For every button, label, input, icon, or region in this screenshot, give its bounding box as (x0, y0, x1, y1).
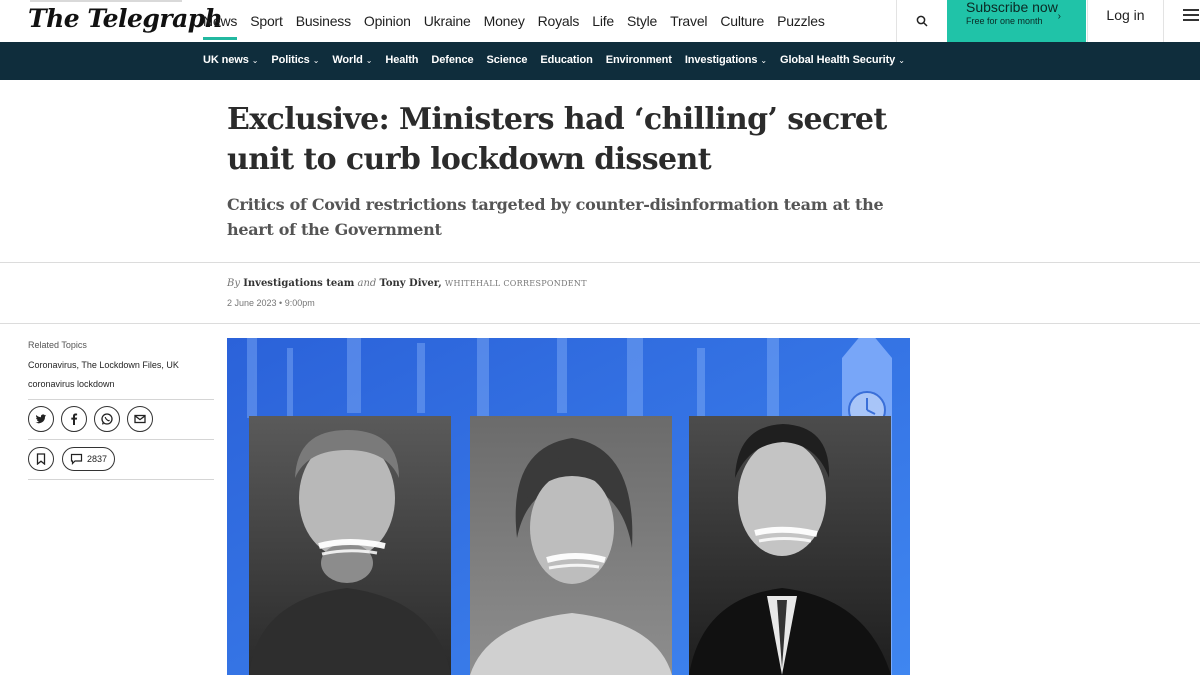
author-link[interactable]: Investigations team (243, 278, 354, 289)
comments-button[interactable]: 2837 (62, 447, 116, 471)
search-button[interactable] (896, 0, 946, 42)
chevron-down-icon: ⌄ (312, 56, 320, 65)
login-button[interactable]: Log in (1087, 0, 1163, 42)
article-headline: Exclusive: Ministers had ‘chilling’ secr… (227, 102, 887, 177)
subnav-item-science[interactable]: Science (487, 54, 528, 66)
email-icon (134, 414, 146, 424)
subscribe-button[interactable]: Subscribe now Free for one month › (947, 0, 1086, 42)
divider (28, 479, 214, 480)
hamburger-menu-icon[interactable] (1163, 0, 1200, 42)
author-link[interactable]: Tony Diver, (380, 278, 442, 289)
topic-links[interactable]: Coronavirus, The Lockdown Files, UK (28, 356, 214, 375)
bookmark-icon (36, 453, 46, 465)
hero-image[interactable] (227, 338, 910, 675)
main-nav: News Sport Business Opinion Ukraine Mone… (203, 13, 838, 40)
nav-item-style[interactable]: Style (627, 13, 657, 38)
author-role: WHITEHALL CORRESPONDENT (444, 279, 587, 288)
bookmark-button[interactable] (28, 447, 54, 471)
site-logo[interactable]: The Telegraph (28, 4, 223, 33)
facebook-icon (71, 413, 78, 425)
subnav-item-environment[interactable]: Environment (606, 54, 672, 66)
comment-icon (70, 453, 83, 465)
facebook-share-button[interactable] (61, 406, 87, 432)
nav-item-money[interactable]: Money (484, 13, 525, 38)
subscribe-title: Subscribe now (966, 0, 1058, 15)
article-sidebar: Related Topics Coronavirus, The Lockdown… (28, 340, 214, 480)
subnav-item-investigations[interactable]: Investigations ⌄ (685, 54, 767, 66)
subnav-item-politics[interactable]: Politics ⌄ (271, 54, 319, 66)
topic-link[interactable]: coronavirus lockdown (28, 375, 214, 394)
related-topics: Coronavirus, The Lockdown Files, UK coro… (28, 356, 214, 394)
email-share-button[interactable] (127, 406, 153, 432)
subnav-item-world[interactable]: World ⌄ (332, 54, 372, 66)
subnav-item-education[interactable]: Education (540, 54, 592, 66)
chevron-down-icon: ⌄ (760, 56, 768, 65)
nav-item-royals[interactable]: Royals (538, 13, 580, 38)
subscribe-subtitle: Free for one month (966, 16, 1043, 26)
share-buttons (28, 406, 153, 432)
related-topics-title: Related Topics (28, 340, 87, 350)
subnav-item-health[interactable]: Health (385, 54, 418, 66)
top-divider (30, 0, 182, 2)
top-bar: The Telegraph News Sport Business Opinio… (0, 0, 1200, 42)
nav-item-culture[interactable]: Culture (720, 13, 764, 38)
hero-illustration (227, 338, 910, 675)
nav-item-sport[interactable]: Sport (250, 13, 283, 38)
divider (0, 323, 1200, 324)
whatsapp-share-button[interactable] (94, 406, 120, 432)
nav-item-travel[interactable]: Travel (670, 13, 707, 38)
twitter-share-button[interactable] (28, 406, 54, 432)
whatsapp-icon (101, 413, 113, 425)
chevron-right-icon: › (1057, 11, 1061, 22)
article-actions: 2837 (28, 447, 116, 471)
search-icon (916, 15, 928, 27)
subnav-item-global-health-security[interactable]: Global Health Security ⌄ (780, 54, 905, 66)
nav-item-news[interactable]: News (203, 13, 238, 40)
byline: By Investigations team and Tony Diver, W… (227, 278, 587, 289)
nav-item-life[interactable]: Life (592, 13, 614, 38)
nav-item-puzzles[interactable]: Puzzles (777, 13, 825, 38)
chevron-down-icon: ⌄ (365, 56, 373, 65)
publish-date: 2 June 2023 • 9:00pm (227, 298, 315, 308)
byline-and: and (357, 278, 377, 289)
section-nav: UK news ⌄ Politics ⌄ World ⌄ Health Defence… (0, 42, 1200, 80)
nav-item-business[interactable]: Business (296, 13, 351, 38)
article-standfirst: Critics of Covid restrictions targeted b… (227, 195, 884, 239)
subnav-item-uk-news[interactable]: UK news ⌄ (203, 54, 258, 66)
twitter-icon (35, 414, 47, 424)
chevron-down-icon: ⌄ (251, 56, 259, 65)
subnav-item-defence[interactable]: Defence (431, 54, 473, 66)
divider (0, 262, 1200, 263)
byline-by: By (227, 278, 240, 289)
nav-item-ukraine[interactable]: Ukraine (424, 13, 471, 38)
comment-count: 2837 (87, 454, 108, 464)
divider (28, 439, 214, 440)
divider (28, 399, 214, 400)
nav-item-opinion[interactable]: Opinion (364, 13, 411, 38)
chevron-down-icon: ⌄ (898, 56, 905, 65)
